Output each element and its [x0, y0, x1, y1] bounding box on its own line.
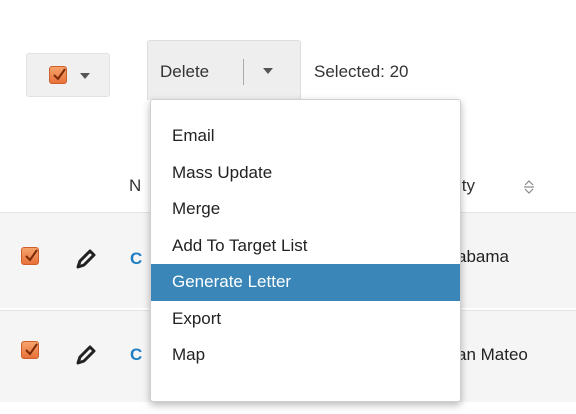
row-checkbox[interactable]	[21, 341, 39, 359]
chevron-down-icon[interactable]	[80, 73, 90, 79]
row-city: abama	[457, 247, 509, 266]
menu-item-email[interactable]: Email	[151, 118, 460, 155]
menu-item-mass-update[interactable]: Mass Update	[151, 155, 460, 192]
row-checkbox[interactable]	[21, 247, 39, 265]
delete-action-group: Delete	[147, 40, 301, 100]
delete-button[interactable]: Delete	[160, 62, 209, 82]
menu-item-map[interactable]: Map	[151, 337, 460, 374]
menu-item-generate-letter[interactable]: Generate Letter	[151, 264, 460, 301]
split-divider	[243, 59, 244, 85]
row-city: an Mateo	[457, 345, 528, 364]
menu-item-add-to-target-list[interactable]: Add To Target List	[151, 228, 460, 265]
row-name-link[interactable]: C	[130, 345, 142, 365]
menu-item-export[interactable]: Export	[151, 301, 460, 338]
chevron-down-icon[interactable]	[263, 68, 273, 74]
pencil-icon[interactable]	[74, 343, 98, 372]
delete-actions-menu: Email Mass Update Merge Add To Target Li…	[150, 99, 461, 402]
pencil-icon[interactable]	[74, 247, 98, 276]
row-name-link[interactable]: C	[130, 249, 142, 269]
select-all-button[interactable]	[26, 53, 110, 97]
checkbox-checked-icon[interactable]	[49, 66, 67, 84]
column-header-name[interactable]: N	[129, 176, 141, 196]
menu-item-merge[interactable]: Merge	[151, 191, 460, 228]
sort-icon[interactable]	[522, 180, 536, 199]
selected-count: Selected: 20	[314, 62, 409, 81]
